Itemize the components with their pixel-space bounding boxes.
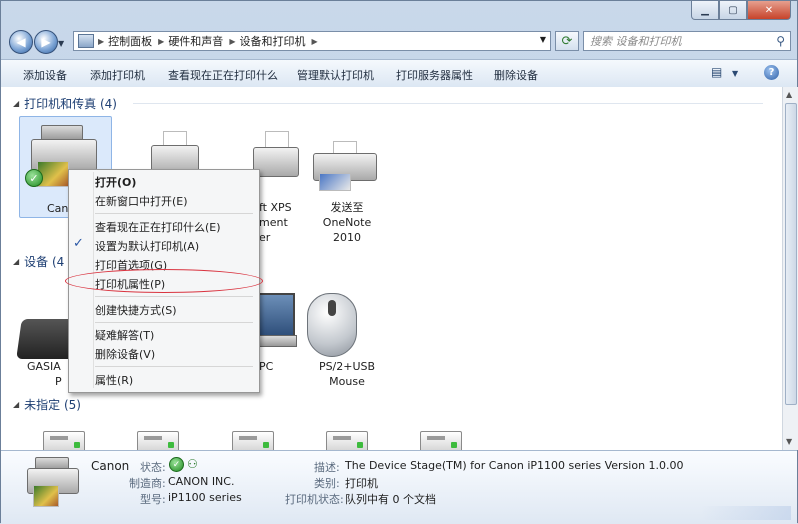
onenote-printer-icon[interactable]	[307, 141, 387, 197]
help-icon: ?	[768, 67, 775, 78]
unspecified-device-icon[interactable]	[43, 431, 85, 450]
menu-item-properties[interactable]: 属性(R)	[95, 372, 133, 388]
printer-icon	[25, 457, 81, 509]
details-category-label: 类别:	[314, 477, 340, 490]
details-manufacturer-label: 制造商:	[129, 477, 166, 490]
forward-button[interactable]: ▶	[34, 30, 58, 54]
collapse-icon[interactable]: ◢	[13, 99, 19, 108]
add-device-button[interactable]: 添加设备	[23, 67, 67, 83]
address-dropdown-icon[interactable]: ▼	[540, 35, 546, 44]
menu-item-troubleshoot[interactable]: 疑难解答(T)	[95, 327, 154, 343]
scrollbar-thumb[interactable]	[785, 103, 797, 405]
watermark	[701, 506, 791, 520]
menu-item-remove-device[interactable]: 删除设备(V)	[95, 346, 155, 362]
minimize-button[interactable]: ▁	[691, 1, 719, 20]
menu-item-see-printing[interactable]: 查看现在正在打印什么(E)	[95, 219, 221, 235]
manage-default-printers-button[interactable]: 管理默认打印机	[297, 67, 374, 83]
breadcrumb-devices-printers[interactable]: 设备和打印机	[239, 33, 305, 49]
chevron-right-icon[interactable]: ▶	[158, 37, 164, 46]
breadcrumb-control-panel[interactable]: 控制面板	[108, 33, 152, 49]
details-description-label: 描述:	[314, 461, 340, 474]
print-server-properties-button[interactable]: 打印服务器属性	[396, 67, 473, 83]
see-whats-printing-button[interactable]: 查看现在正在打印什么	[168, 67, 278, 83]
users-icon: ⚇	[187, 457, 198, 471]
highlight-annotation	[65, 269, 263, 293]
collapse-icon[interactable]: ◢	[13, 400, 19, 409]
chevron-right-icon[interactable]: ▶	[229, 37, 235, 46]
arrow-right-icon: ▶	[41, 35, 51, 49]
laptop-icon[interactable]	[255, 293, 295, 339]
close-button[interactable]: ✕	[747, 1, 791, 20]
menu-item-set-default[interactable]: 设置为默认打印机(A)	[95, 238, 199, 254]
unspecified-device-icon[interactable]	[326, 431, 368, 450]
details-model-label: 型号:	[140, 493, 166, 506]
details-printer-status: 队列中有 0 个文档	[345, 493, 436, 506]
chevron-right-icon[interactable]: ▶	[98, 37, 104, 46]
search-icon[interactable]: ⚲	[776, 34, 785, 48]
default-printer-check-icon: ✓	[25, 169, 43, 187]
details-status-label: 状态:	[140, 461, 166, 474]
explorer-window: ▁ ▢ ✕ ◀ ▶ ▼ ▶ 控制面板 ▶ 硬件和声音 ▶ 设备和打印机 ▶ ▼ …	[0, 0, 798, 524]
address-row: ◀ ▶ ▼ ▶ 控制面板 ▶ 硬件和声音 ▶ 设备和打印机 ▶ ▼ ⟳ 搜索 设…	[1, 27, 797, 57]
address-bar[interactable]: ▶ 控制面板 ▶ 硬件和声音 ▶ 设备和打印机 ▶ ▼	[73, 31, 551, 51]
arrow-left-icon: ◀	[16, 35, 26, 49]
device-label-pc: PC	[259, 360, 274, 373]
view-dropdown-icon[interactable]: ▼	[732, 69, 738, 78]
menu-separator	[95, 296, 253, 297]
printer-label-onenote: 发送至 OneNote 2010	[322, 201, 372, 244]
scroll-down-icon[interactable]: ▼	[786, 437, 792, 446]
group-divider	[133, 103, 763, 104]
vertical-scrollbar[interactable]: ▲ ▼	[782, 87, 798, 450]
search-placeholder: 搜索 设备和打印机	[590, 35, 682, 48]
group-header-devices[interactable]: ◢ 设备 (4	[13, 253, 64, 270]
status-ok-icon: ✓	[169, 457, 184, 472]
recent-pages-dropdown[interactable]: ▼	[58, 39, 64, 48]
menu-item-open[interactable]: 打开(O)	[95, 174, 136, 190]
device-label-gasia: GASIA P	[27, 360, 62, 388]
details-model: iP1100 series	[168, 491, 242, 504]
unspecified-device-icon[interactable]	[137, 431, 179, 450]
printer-label-canon: Can	[47, 202, 69, 215]
menu-separator	[95, 322, 253, 323]
view-options-icon[interactable]: ▤	[711, 65, 722, 79]
details-printer-status-label: 打印机状态:	[285, 493, 344, 506]
search-input[interactable]: 搜索 设备和打印机 ⚲	[583, 31, 791, 51]
remove-device-button[interactable]: 删除设备	[494, 67, 538, 83]
group-header-unspecified[interactable]: ◢ 未指定 (5)	[13, 396, 81, 413]
refresh-icon: ⟳	[561, 33, 573, 49]
printer-label-xps: ft XPS ment er	[259, 201, 292, 244]
back-button[interactable]: ◀	[9, 30, 33, 54]
details-manufacturer: CANON INC.	[168, 475, 235, 488]
refresh-button[interactable]: ⟳	[555, 31, 579, 51]
menu-item-open-new-window[interactable]: 在新窗口中打开(E)	[95, 193, 188, 209]
chevron-right-icon[interactable]: ▶	[311, 37, 317, 46]
menu-item-create-shortcut[interactable]: 创建快捷方式(S)	[95, 302, 177, 318]
control-panel-icon	[78, 34, 94, 48]
maximize-button[interactable]: ▢	[719, 1, 747, 20]
title-bar: ▁ ▢ ✕	[1, 1, 797, 27]
details-description: The Device Stage(TM) for Canon iP1100 se…	[345, 459, 684, 472]
add-printer-button[interactable]: 添加打印机	[90, 67, 145, 83]
checkmark-icon: ✓	[73, 236, 84, 251]
command-bar: 添加设备 添加打印机 查看现在正在打印什么 管理默认打印机 打印服务器属性 删除…	[1, 59, 797, 88]
details-device-name: Canon	[91, 459, 130, 473]
menu-separator	[95, 213, 253, 214]
help-button[interactable]: ?	[764, 65, 779, 80]
unspecified-device-icon[interactable]	[420, 431, 462, 450]
menu-separator	[95, 366, 253, 367]
collapse-icon[interactable]: ◢	[13, 257, 19, 266]
details-category: 打印机	[345, 477, 378, 490]
details-pane: Canon 状态: ✓ ⚇ 制造商: CANON INC. 型号: iP1100…	[1, 450, 797, 524]
unspecified-device-icon[interactable]	[232, 431, 274, 450]
breadcrumb-hardware-sound[interactable]: 硬件和声音	[168, 33, 223, 49]
group-header-printers[interactable]: ◢ 打印机和传真 (4)	[13, 95, 763, 112]
scroll-up-icon[interactable]: ▲	[786, 90, 792, 99]
mouse-icon[interactable]	[307, 293, 357, 357]
device-label-mouse: PS/2+USB Mouse	[318, 360, 376, 388]
